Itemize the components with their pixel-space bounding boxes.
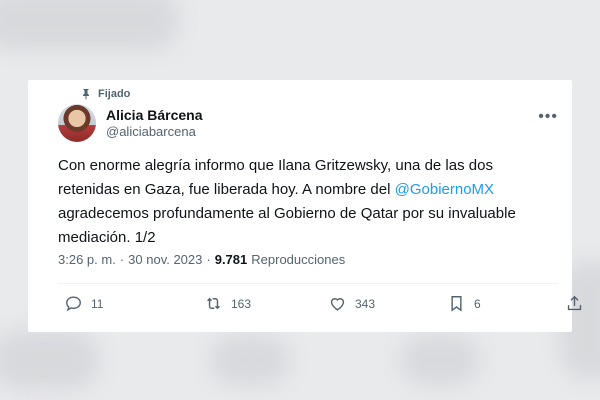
pin-icon	[83, 89, 89, 100]
tweet-time[interactable]: 3:26 p. m.	[58, 252, 116, 267]
tweet-card: Fijado Alicia Bárcena @aliciabarcena •••…	[28, 80, 582, 332]
views-label: Reproducciones	[251, 252, 346, 267]
divider	[58, 283, 558, 284]
meta-separator: ·	[119, 252, 125, 267]
mention-link[interactable]: @GobiernoMX	[395, 181, 494, 198]
views-count: 9.781	[214, 252, 248, 267]
like-icon	[330, 298, 345, 311]
pinned-indicator: Fijado	[80, 88, 130, 100]
avatar[interactable]	[58, 104, 96, 142]
action-bar: 11 163 343 6	[58, 294, 582, 318]
share-icon	[567, 295, 582, 311]
like-count: 343	[355, 296, 376, 311]
reply-icon	[66, 296, 81, 312]
more-icon[interactable]: •••	[538, 108, 558, 126]
reply-button[interactable]: 11	[64, 294, 103, 313]
background-blur	[400, 335, 480, 385]
pinned-label: Fijado	[98, 88, 131, 100]
bookmark-icon	[451, 296, 462, 312]
like-button[interactable]: 343	[328, 294, 375, 313]
share-button[interactable]	[565, 294, 584, 313]
author-name[interactable]: Alicia Bárcena	[106, 107, 203, 123]
tweet-text-part2: agradecemos profundamente al Gobierno de…	[58, 205, 516, 246]
background-blur	[0, 330, 100, 390]
reply-count: 11	[91, 296, 104, 311]
tweet-meta: 3:26 p. m. · 30 nov. 2023 · 9.781 Reprod…	[58, 252, 345, 267]
repost-icon	[207, 297, 220, 310]
tweet-text: Con enorme alegría informo que Ilana Gri…	[58, 154, 558, 250]
background-blur	[210, 335, 290, 385]
repost-button[interactable]: 163	[204, 294, 251, 313]
repost-count: 163	[231, 296, 252, 311]
bookmark-count: 6	[474, 296, 481, 311]
tweet-date[interactable]: 30 nov. 2023	[128, 252, 202, 267]
meta-separator: ·	[206, 252, 211, 267]
author-handle[interactable]: @aliciabarcena	[106, 124, 196, 139]
background-blur	[0, 0, 180, 50]
bookmark-button[interactable]: 6	[447, 294, 481, 313]
